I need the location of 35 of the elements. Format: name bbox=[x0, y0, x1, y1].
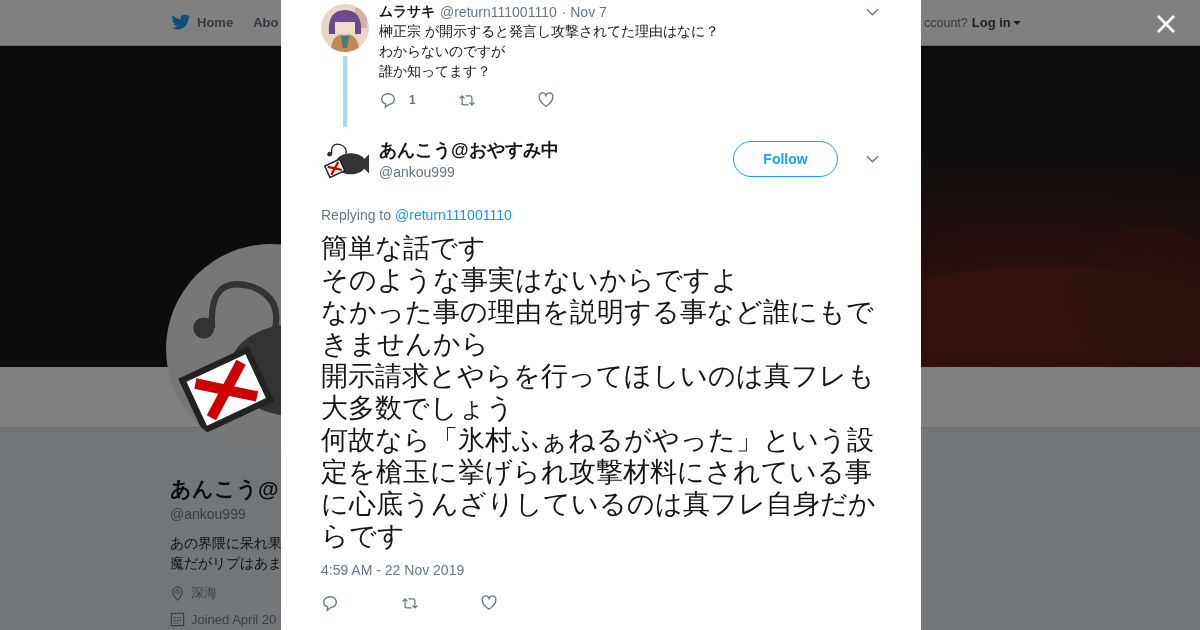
bird-icon bbox=[171, 14, 191, 31]
reply-count: 1 bbox=[409, 93, 416, 107]
home-link[interactable]: Home bbox=[171, 14, 234, 31]
user-handle: @ankou999 bbox=[379, 164, 456, 180]
reply-icon[interactable] bbox=[379, 91, 397, 109]
chevron-icon[interactable] bbox=[866, 8, 879, 16]
login-link[interactable]: Log in bbox=[971, 15, 1021, 30]
heart-icon[interactable] bbox=[536, 91, 555, 109]
heart-icon[interactable] bbox=[480, 594, 498, 612]
bio-text: 魔だがリプはあま bbox=[170, 555, 282, 573]
profile-handle: @ankou999 bbox=[170, 506, 246, 522]
location-icon bbox=[170, 585, 185, 601]
nav-link[interactable]: Abo bbox=[253, 14, 279, 31]
mention-link[interactable]: @return111001110 bbox=[395, 207, 512, 223]
tweet-text: なかった事の理由を説明する事など誰にもできませんから bbox=[321, 296, 875, 360]
bio-text: あの界隈に呆れ果 bbox=[170, 535, 282, 553]
tweet-text: 榊正宗 が開示すると発言し攻撃されてた理由はなに？ bbox=[379, 22, 720, 41]
user-name: あんこう@おやすみ中 bbox=[379, 139, 559, 162]
user-handle: @return111001110 bbox=[440, 4, 557, 20]
profile-name: あんこう@ bbox=[170, 476, 279, 503]
tweet-text: そのような事実はないからですよ bbox=[321, 264, 740, 296]
tweet-timestamp: 4:59 AM - 22 Nov 2019 bbox=[321, 562, 466, 578]
tweet-text: 開示請求とやらを行ってほしいのは真フレも大多数でしょう bbox=[321, 360, 876, 424]
reply-icon[interactable] bbox=[321, 594, 339, 612]
chevron-icon[interactable] bbox=[866, 155, 879, 163]
tweet-text: 何故なら「氷村ふぁねるがやった」という設定を槍玉に挙げられ攻撃材料にされている事に心底うんざりしているのは真フレ自身だからです bbox=[321, 424, 877, 552]
tweet-text: わからないのですが bbox=[379, 42, 506, 61]
calendar-icon bbox=[170, 612, 185, 627]
tweet-date[interactable]: · Nov 7 bbox=[561, 4, 607, 20]
tweet-text: 誰か知ってます？ bbox=[379, 62, 492, 81]
account-prompt: ccount? bbox=[924, 15, 968, 30]
follow-button[interactable]: Follow bbox=[733, 141, 838, 177]
replying-label: Replying to bbox=[321, 207, 392, 223]
user-name: ムラサキ bbox=[379, 3, 435, 21]
tweet-text: 簡単な話です bbox=[321, 232, 487, 264]
